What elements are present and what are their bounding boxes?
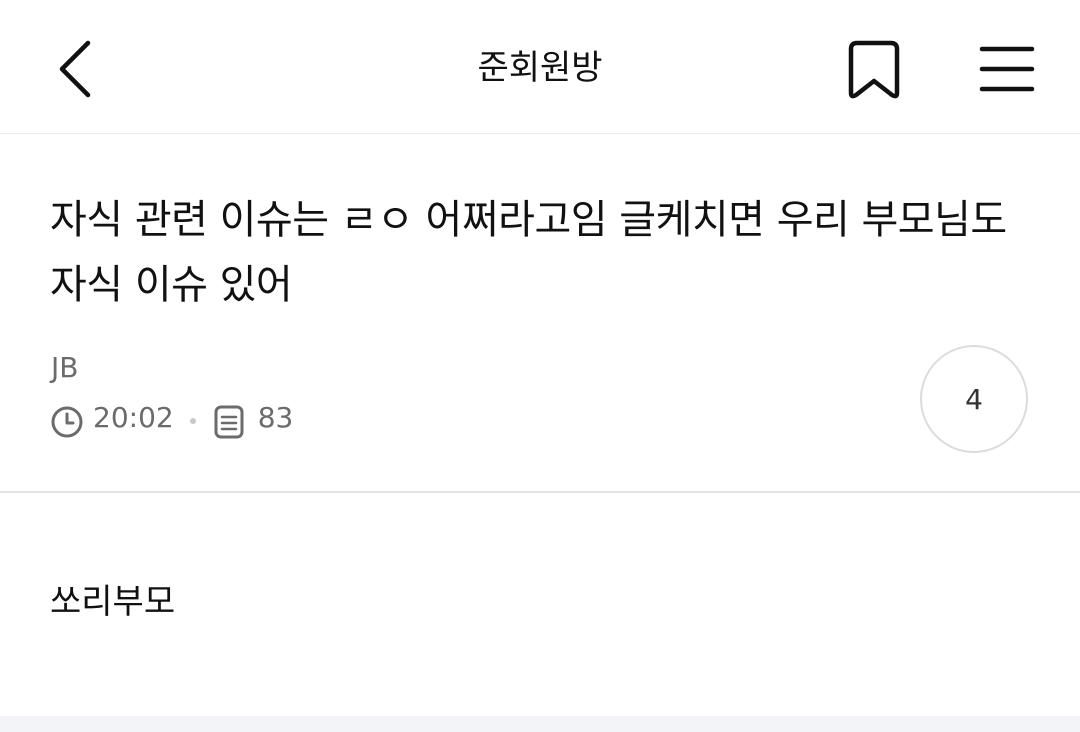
- comment-count-button[interactable]: 4: [920, 345, 1028, 453]
- clock-icon: [50, 405, 84, 439]
- post-body: 쏘리부모: [50, 582, 176, 622]
- board-title: 준회원방: [477, 48, 603, 88]
- post-time: 20:02: [93, 401, 174, 434]
- divider: [0, 491, 1080, 493]
- top-app-bar: 준회원방: [0, 0, 1080, 134]
- bookmark-icon: [848, 40, 900, 99]
- menu-button[interactable]: [972, 36, 1042, 102]
- back-button[interactable]: [44, 34, 104, 104]
- chevron-left-icon: [59, 40, 91, 98]
- comment-count: 4: [965, 382, 983, 416]
- post-meta: 20:02 83: [50, 396, 293, 440]
- bottom-section-band: [0, 716, 1080, 732]
- meta-separator: [189, 418, 196, 424]
- app-screen: 준회원방 자식 관련 이슈는 ㄹㅇ 어쩌라고임 글케치면 우리 부모님도 자식 …: [0, 0, 1080, 732]
- view-count: 83: [257, 401, 294, 434]
- hamburger-menu-icon: [979, 46, 1035, 92]
- document-icon: [212, 405, 246, 439]
- author-name[interactable]: JB: [51, 350, 78, 386]
- post-title: 자식 관련 이슈는 ㄹㅇ 어쩌라고임 글케치면 우리 부모님도 자식 이슈 있어: [50, 197, 1007, 308]
- bookmark-button[interactable]: [838, 34, 910, 106]
